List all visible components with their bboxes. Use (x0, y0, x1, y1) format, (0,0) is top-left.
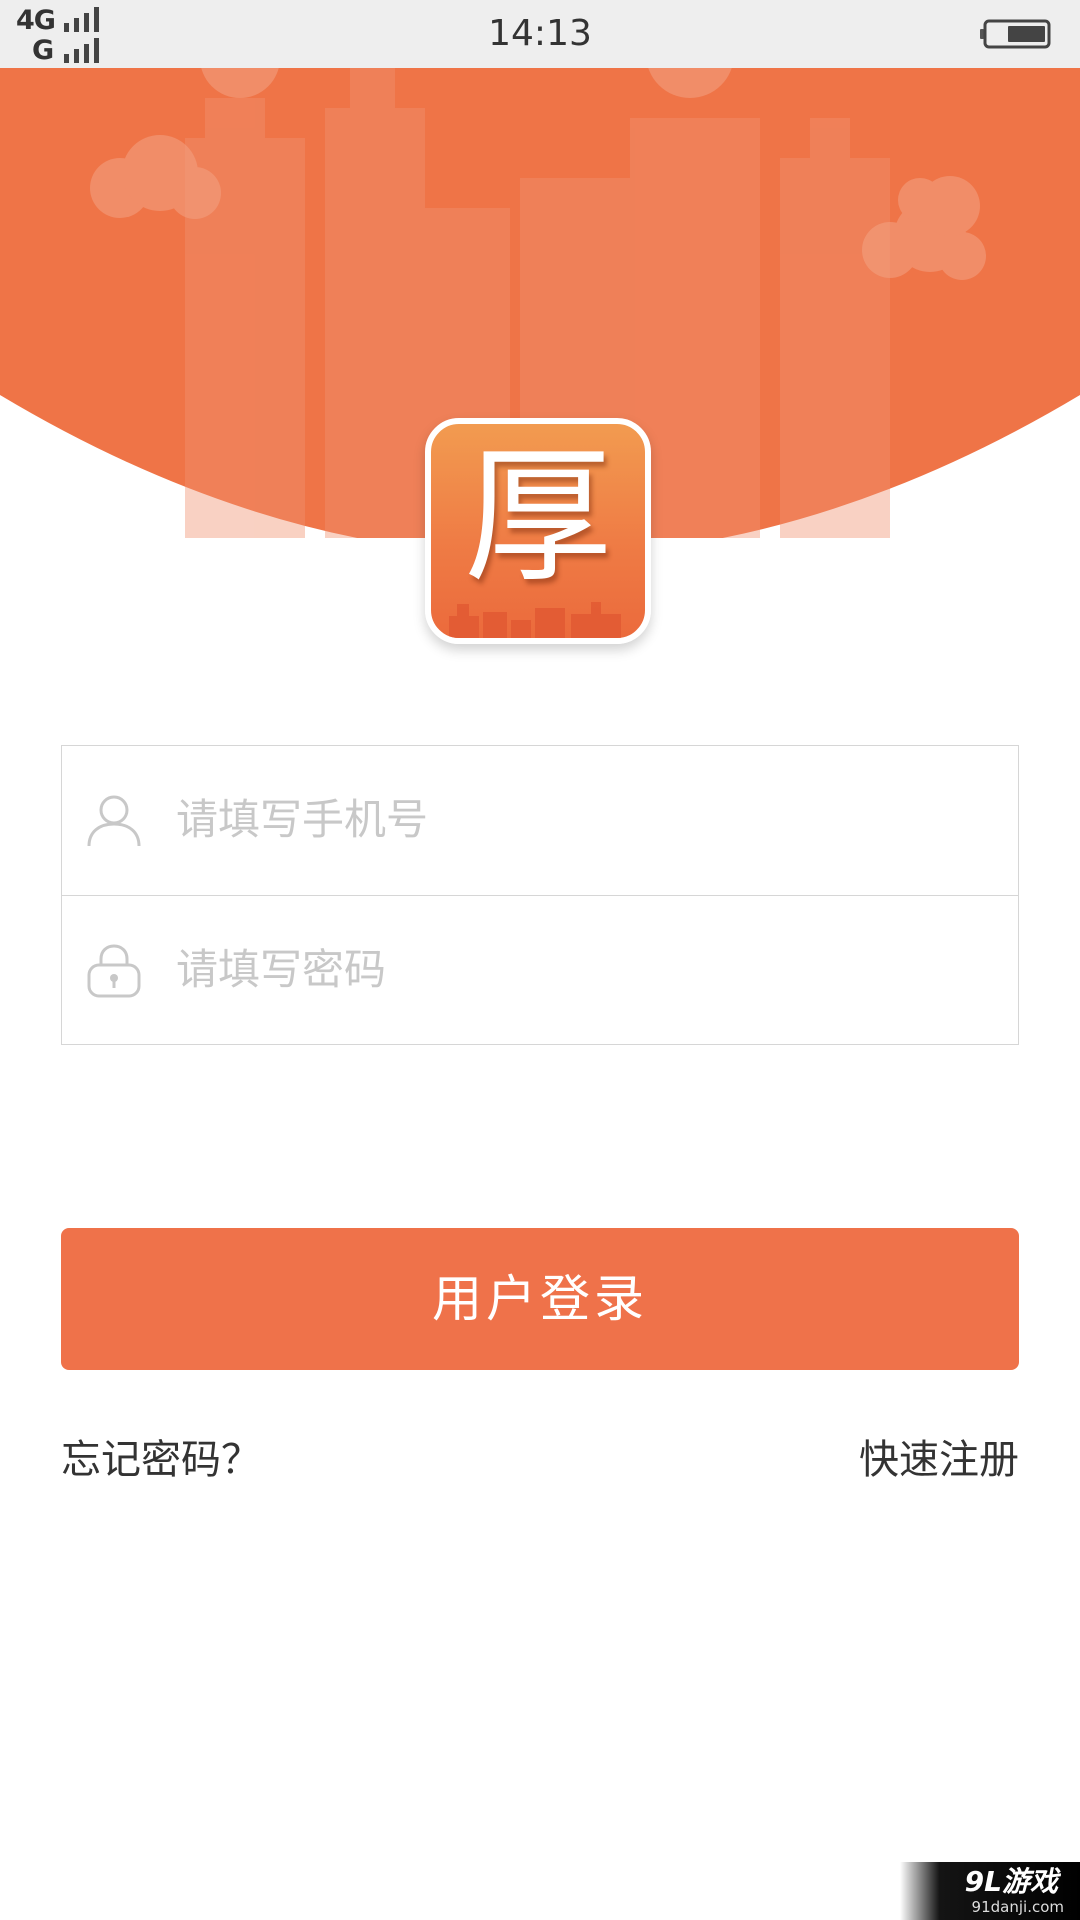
battery-icon (980, 19, 1051, 49)
phone-field-row (62, 746, 1018, 896)
login-form (61, 745, 1019, 1045)
watermark-url: 91danji.com (971, 1898, 1064, 1916)
quick-register-link[interactable]: 快速注册 (859, 1432, 1019, 1488)
watermark: 9L游戏 91danji.com (900, 1862, 1080, 1920)
lock-icon (87, 944, 141, 998)
watermark-logo: 9L游戏 (964, 1865, 1058, 1898)
password-input[interactable] (176, 941, 976, 997)
status-time: 14:13 (488, 13, 592, 54)
login-button[interactable]: 用户登录 (61, 1228, 1019, 1370)
phone-input[interactable] (176, 791, 976, 847)
password-field-row (62, 896, 1018, 1045)
logo-character: 厚 (464, 431, 612, 603)
status-bar: 4G G 14:13 (0, 0, 1080, 68)
forgot-password-link[interactable]: 忘记密码？ (61, 1432, 261, 1488)
app-logo: 厚 (425, 418, 651, 644)
user-icon (87, 795, 141, 847)
